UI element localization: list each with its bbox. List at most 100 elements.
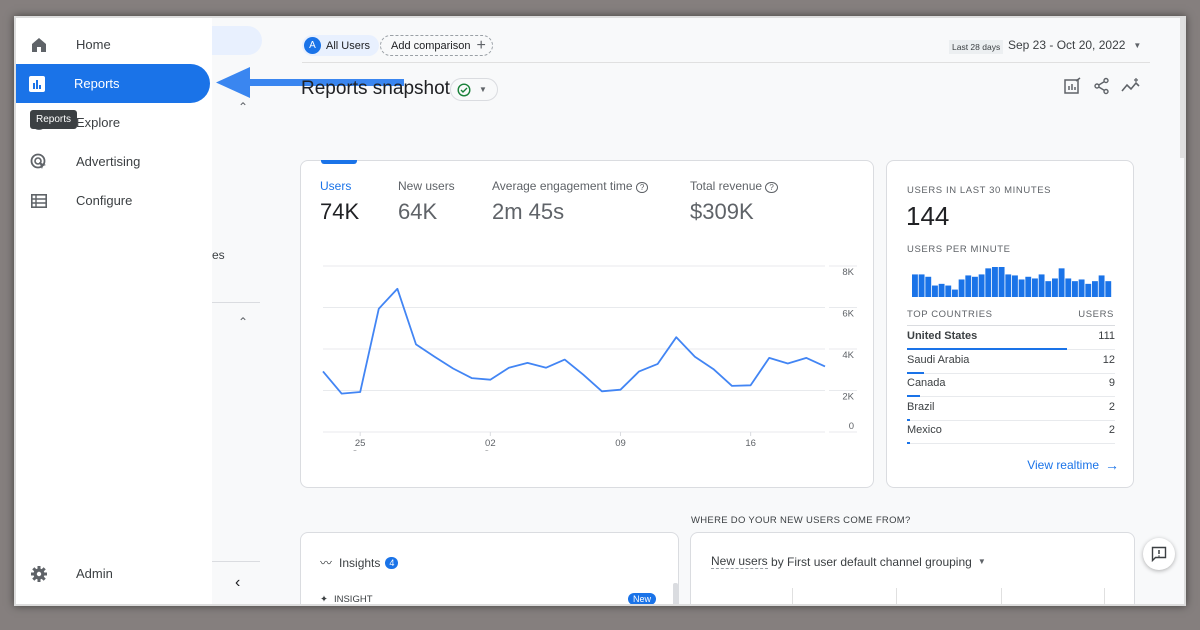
metric-value: 74K bbox=[320, 199, 360, 224]
nav-item-configure[interactable]: Configure bbox=[18, 181, 212, 220]
page-title: Reports snapshot bbox=[301, 78, 450, 99]
country-users: 2 bbox=[1108, 400, 1115, 413]
help-icon[interactable]: ? bbox=[765, 182, 778, 193]
insight-tag: INSIGHT bbox=[333, 594, 373, 605]
per-minute-bar[interactable] bbox=[945, 285, 952, 297]
country-users: 111 bbox=[1098, 330, 1115, 342]
per-minute-bar[interactable] bbox=[1032, 278, 1038, 297]
per-minute-bar[interactable] bbox=[985, 268, 992, 297]
feedback-button[interactable] bbox=[1143, 538, 1175, 570]
per-minute-bar[interactable] bbox=[1085, 283, 1092, 297]
country-name: United States bbox=[907, 330, 978, 342]
per-minute-bar[interactable] bbox=[978, 274, 985, 297]
nav-item-home[interactable]: Home bbox=[18, 25, 212, 64]
metric-selector[interactable]: New users bbox=[711, 554, 768, 569]
nav-label: Configure bbox=[76, 193, 133, 208]
y-tick-label: 6K bbox=[842, 309, 854, 320]
metric-tab-revenue[interactable]: Total revenue ? $309K bbox=[690, 179, 778, 225]
nav-item-admin[interactable]: Admin bbox=[18, 554, 212, 593]
nav-item-reports[interactable]: Reports bbox=[16, 64, 210, 103]
check-circle-icon bbox=[457, 82, 471, 97]
insights-icon[interactable] bbox=[1121, 77, 1141, 95]
per-minute-bar[interactable] bbox=[965, 275, 972, 297]
per-minute-bar[interactable] bbox=[1092, 281, 1098, 297]
metric-value: 64K bbox=[398, 199, 438, 224]
view-realtime-link[interactable]: View realtime → bbox=[1027, 457, 1119, 473]
date-preset-badge: Last 28 days bbox=[949, 40, 1004, 54]
per-minute-bar[interactable] bbox=[1058, 268, 1065, 297]
y-tick-label: 4K bbox=[842, 350, 854, 361]
channel-dimension-selector[interactable]: New users by First user default channel … bbox=[711, 554, 986, 569]
collapse-chevron-icon[interactable]: ⌃ bbox=[238, 315, 248, 329]
nav-label: Advertising bbox=[76, 154, 141, 169]
metric-value: $309K bbox=[690, 199, 754, 224]
per-minute-bar[interactable] bbox=[1105, 281, 1112, 297]
insights-count-badge: 4 bbox=[385, 556, 399, 569]
per-minute-bar[interactable] bbox=[1038, 274, 1045, 297]
metric-tab-new-users[interactable]: New users 64K bbox=[398, 179, 455, 225]
per-minute-bar[interactable] bbox=[1012, 275, 1018, 297]
metric-tab-users[interactable]: Users 74K bbox=[320, 179, 359, 225]
list-icon bbox=[30, 192, 48, 210]
per-minute-bar[interactable] bbox=[918, 274, 925, 297]
per-minute-bar[interactable] bbox=[972, 276, 978, 297]
per-minute-bar[interactable] bbox=[1005, 274, 1012, 297]
nav-drawer: Home Reports Explore Advertising Configu… bbox=[16, 18, 212, 604]
x-tick-month: Sep bbox=[352, 449, 369, 451]
grid-line bbox=[792, 588, 793, 604]
users-header: USERS bbox=[1078, 309, 1114, 320]
audience-chip[interactable]: A All Users bbox=[302, 35, 380, 56]
per-minute-bar[interactable] bbox=[1078, 279, 1085, 297]
date-range-picker[interactable]: Sep 23 - Oct 20, 2022 ▼ bbox=[1008, 38, 1141, 52]
x-tick-label: 09 bbox=[615, 438, 626, 449]
collapse-chevron-icon[interactable]: ⌃ bbox=[238, 100, 248, 114]
collapse-sidebar-icon[interactable]: ‹ bbox=[235, 574, 240, 592]
metric-label: Users bbox=[320, 179, 352, 193]
country-users: 9 bbox=[1108, 377, 1115, 389]
countries-header: TOP COUNTRIES bbox=[907, 309, 993, 320]
realtime-value: 144 bbox=[906, 201, 950, 231]
per-minute-bar[interactable] bbox=[1098, 275, 1105, 297]
country-row[interactable]: United States 111 bbox=[907, 326, 1115, 350]
y-tick-label: 8K bbox=[842, 267, 854, 278]
insights-icon: 〰 bbox=[320, 556, 333, 570]
nav-item-advertising[interactable]: Advertising bbox=[18, 142, 212, 181]
app-window: ⌃ ses ⌃ ‹ Home Reports Explore Advertisi… bbox=[14, 16, 1186, 606]
per-minute-bar[interactable] bbox=[1045, 281, 1052, 297]
metric-label: New users bbox=[398, 179, 455, 193]
realtime-card: USERS IN LAST 30 MINUTES 144 USERS PER M… bbox=[886, 160, 1134, 488]
scrollbar[interactable] bbox=[673, 583, 678, 604]
per-minute-bar[interactable] bbox=[912, 274, 918, 297]
metric-tab-engagement[interactable]: Average engagement time ? 2m 45s bbox=[492, 179, 649, 225]
per-minute-bar[interactable] bbox=[1065, 278, 1072, 297]
insights-label: Insights bbox=[339, 555, 381, 570]
country-name: Saudi Arabia bbox=[907, 353, 970, 366]
per-minute-bar[interactable] bbox=[932, 285, 938, 297]
status-dropdown[interactable]: ▼ bbox=[450, 78, 498, 101]
per-minute-bar[interactable] bbox=[952, 289, 958, 297]
country-row[interactable]: Canada 9 bbox=[907, 373, 1115, 397]
help-icon[interactable]: ? bbox=[635, 182, 649, 193]
per-minute-bar[interactable] bbox=[1052, 278, 1058, 297]
share-icon[interactable] bbox=[1093, 77, 1111, 95]
per-minute-bar[interactable] bbox=[998, 267, 1005, 297]
users-series-line bbox=[322, 287, 826, 395]
nav-label: Admin bbox=[76, 566, 113, 581]
view-realtime-label: View realtime bbox=[1027, 458, 1099, 472]
page-scrollbar[interactable] bbox=[1180, 18, 1184, 158]
add-comparison-button[interactable]: Add comparison + bbox=[380, 35, 493, 56]
per-minute-bar[interactable] bbox=[992, 267, 998, 297]
edit-report-icon[interactable] bbox=[1064, 77, 1082, 95]
per-minute-bar[interactable] bbox=[1072, 281, 1078, 297]
country-name: Canada bbox=[907, 377, 946, 389]
country-row[interactable]: Brazil 2 bbox=[907, 397, 1115, 421]
per-minute-bar[interactable] bbox=[958, 279, 965, 297]
per-minute-bar[interactable] bbox=[925, 276, 932, 297]
per-minute-bar[interactable] bbox=[938, 283, 945, 297]
country-row[interactable]: Saudi Arabia 12 bbox=[907, 350, 1115, 374]
country-name: Mexico bbox=[907, 424, 942, 436]
per-minute-bar[interactable] bbox=[1018, 279, 1025, 297]
per-minute-bar[interactable] bbox=[1025, 276, 1032, 297]
country-row[interactable]: Mexico 2 bbox=[907, 420, 1115, 444]
metric-value: 2m 45s bbox=[492, 199, 565, 224]
